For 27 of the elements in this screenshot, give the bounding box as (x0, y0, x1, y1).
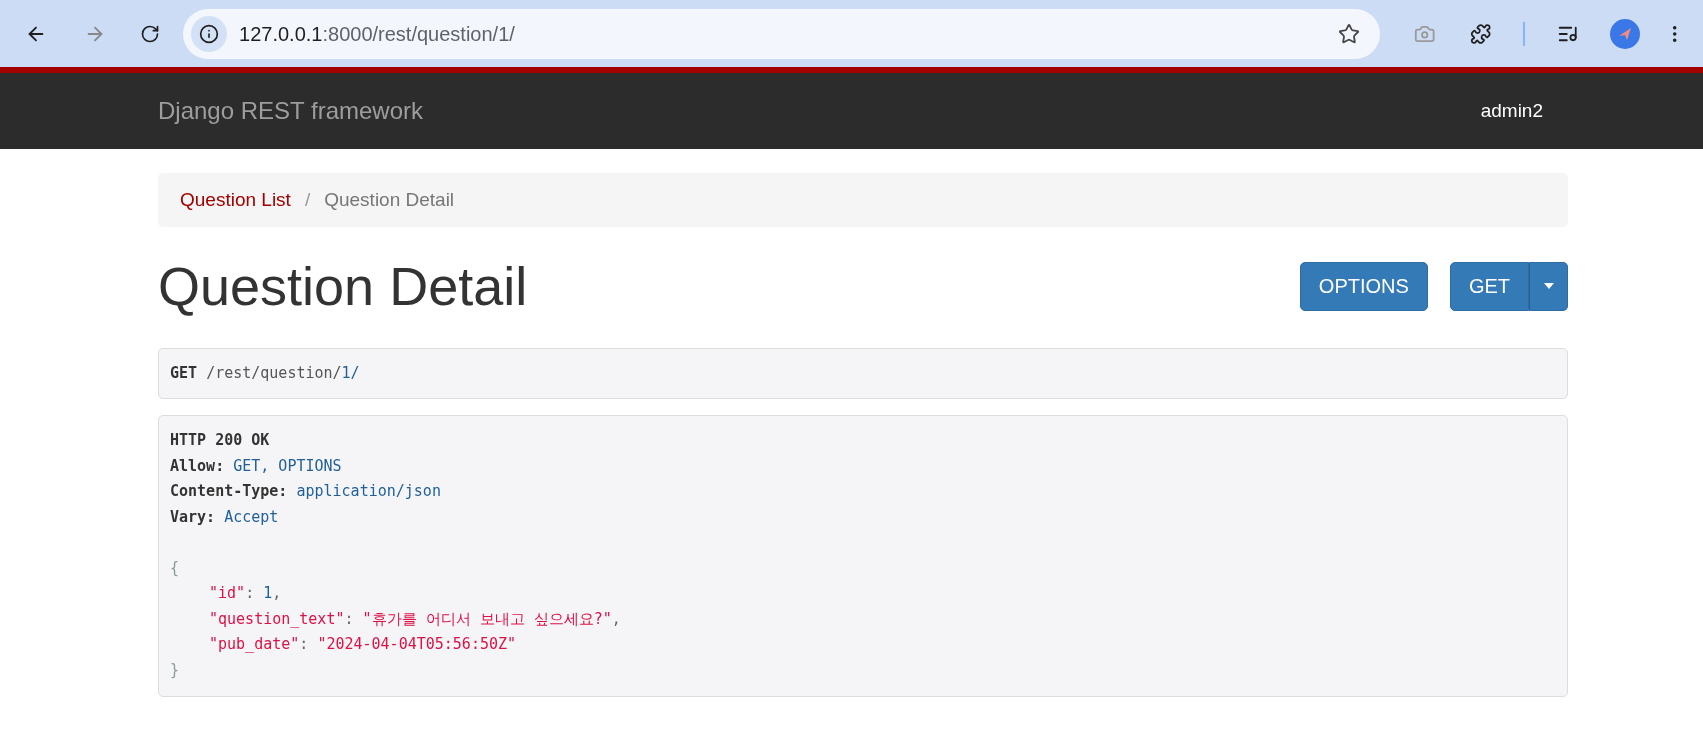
json-brace: } (170, 659, 180, 681)
profile-avatar[interactable] (1610, 18, 1640, 49)
status-line: HTTP 200 OK (170, 430, 270, 451)
breadcrumb-item: Question Detail (324, 187, 455, 212)
info-icon (199, 23, 220, 44)
header-line: Vary: Accept (170, 506, 279, 528)
request-line: GET /rest/question/1/ (170, 363, 360, 385)
bookmark-star-icon[interactable] (1338, 22, 1361, 45)
address-bar[interactable]: 127.0.0.1:8000/rest/question/1/ (183, 8, 1381, 59)
json-brace: { (170, 557, 180, 579)
json-line: "id": 1, (208, 583, 282, 604)
json-line: "pub_date": "2024-04-04T05:56:50Z" (208, 634, 517, 655)
brand-link[interactable]: Django REST framework (158, 93, 423, 129)
user-menu[interactable]: admin2 (1480, 96, 1543, 126)
get-button[interactable]: GET (1449, 261, 1529, 311)
breadcrumb-separator: / (304, 187, 311, 212)
dropdown-toggle[interactable] (1529, 261, 1568, 311)
header-line: Content-Type: application/json (170, 481, 441, 502)
header-line: Allow: GET, OPTIONS (170, 455, 342, 477)
caret-icon (1543, 283, 1554, 289)
json-line: "question_text": "휴가를 어디서 보내고 싶으세요?", (208, 608, 621, 630)
site-info-button[interactable] (191, 15, 228, 52)
reload-icon (139, 23, 160, 44)
url-text: 127.0.0.1:8000/rest/question/1/ (239, 21, 515, 47)
options-button[interactable]: OPTIONS (1299, 261, 1428, 311)
breadcrumb-item[interactable]: Question List (180, 185, 291, 215)
extensions-icon[interactable] (1469, 22, 1492, 45)
